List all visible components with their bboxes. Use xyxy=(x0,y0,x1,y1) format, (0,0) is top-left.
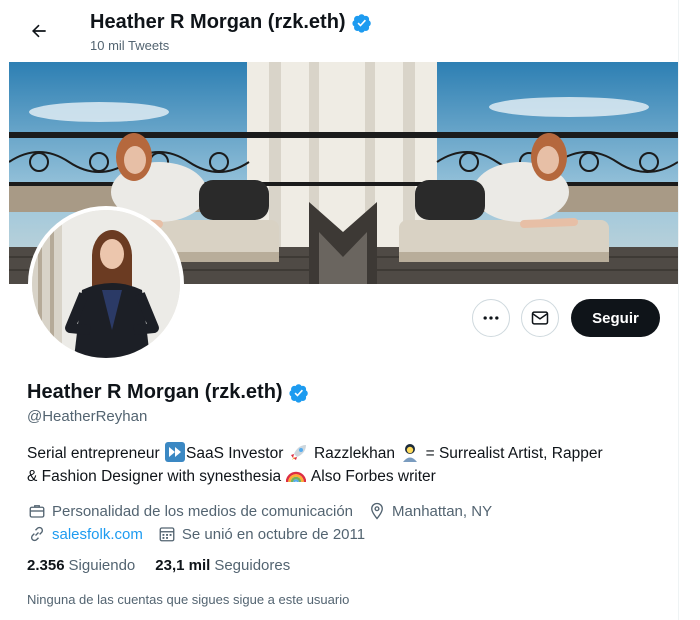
calendar-icon xyxy=(157,524,177,544)
profile-category: Personalidad de los medios de comunicaci… xyxy=(27,501,353,521)
bio-text: = Surrealist Artist, Rapper xyxy=(421,445,603,462)
followers-count: 23,1 mil xyxy=(155,557,211,574)
joined-label: Se unió en octubre de 2011 xyxy=(181,525,366,543)
tweet-count: 10 mil Tweets xyxy=(90,38,170,53)
link-icon xyxy=(27,524,47,544)
profile-joined: Se unió en octubre de 2011 xyxy=(157,524,365,544)
back-button[interactable] xyxy=(25,17,53,45)
bio-text: Serial entrepreneur xyxy=(27,445,164,462)
profile-website: salesfolk.com xyxy=(27,524,143,544)
followers-label: Seguidores xyxy=(214,557,291,574)
mutual-followers-note: Ninguna de las cuentas que sigues sigue … xyxy=(27,592,350,607)
bio-text: Also Forbes writer xyxy=(307,468,436,485)
profile-display-name: Heather R Morgan (rzk.eth) xyxy=(27,381,283,403)
following-label: Siguiendo xyxy=(68,557,136,574)
following-count: 2.356 xyxy=(27,557,65,574)
profile-name: Heather R Morgan (rzk.eth) xyxy=(27,381,309,404)
page-left-margin xyxy=(0,0,9,620)
profile-avatar[interactable] xyxy=(28,206,184,362)
rainbow-emoji-icon xyxy=(286,471,307,483)
verified-badge-icon[interactable] xyxy=(289,383,309,403)
profile-handle: @HeatherReyhan xyxy=(27,408,148,425)
follow-button[interactable]: Seguir xyxy=(571,299,660,337)
header-display-name: Heather R Morgan (rzk.eth) xyxy=(90,11,346,33)
arrow-left-icon xyxy=(32,24,46,38)
more-options-button[interactable] xyxy=(472,299,510,337)
bio-line-1: Serial entrepreneur SaaS Investor Razzle… xyxy=(27,442,667,465)
location-pin-icon xyxy=(367,501,387,521)
message-button[interactable] xyxy=(521,299,559,337)
page-right-margin xyxy=(678,0,700,620)
avatar-photo xyxy=(32,210,180,358)
profile-stats: 2.356 Siguiendo 23,1 mil Seguidores xyxy=(27,557,290,574)
briefcase-icon xyxy=(27,501,47,521)
profile-meta-row-2: salesfolk.com Se unió en octubre de 2011 xyxy=(27,524,379,544)
bio-text: Razzlekhan xyxy=(309,445,400,462)
rocket-emoji-icon xyxy=(290,445,306,460)
profile-bio: Serial entrepreneur SaaS Investor Razzle… xyxy=(27,442,667,488)
person-emoji-icon xyxy=(403,444,418,462)
envelope-icon xyxy=(531,311,549,325)
bio-line-2: & Fashion Designer with synesthesia Also… xyxy=(27,465,667,488)
bio-text: SaaS Investor xyxy=(186,445,288,462)
more-dots-icon xyxy=(483,316,499,320)
profile-header-bar: Heather R Morgan (rzk.eth) 10 mil Tweets xyxy=(9,0,678,62)
profile-meta-row-1: Personalidad de los medios de comunicaci… xyxy=(27,501,506,521)
bio-text: & Fashion Designer with synesthesia xyxy=(27,468,286,485)
following-link[interactable]: 2.356 Siguiendo xyxy=(27,557,135,574)
followers-link[interactable]: 23,1 mil Seguidores xyxy=(155,557,290,574)
verified-badge-icon xyxy=(352,13,371,33)
profile-location: Manhattan, NY xyxy=(367,501,492,521)
website-link[interactable]: salesfolk.com xyxy=(52,526,143,543)
category-label: Personalidad de los medios de comunicaci… xyxy=(52,502,354,520)
fast-forward-emoji-icon xyxy=(165,442,185,462)
header-title: Heather R Morgan (rzk.eth) xyxy=(90,11,372,34)
location-label: Manhattan, NY xyxy=(392,502,493,520)
